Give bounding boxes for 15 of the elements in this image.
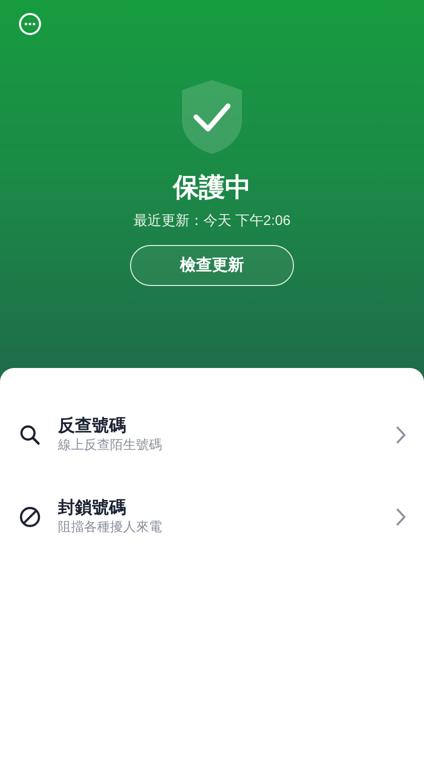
block-icon bbox=[18, 505, 42, 529]
feature-item[interactable]: 反查號碼 線上反查陌生號碼 bbox=[0, 394, 424, 476]
status-title: 保護中 bbox=[173, 172, 251, 204]
search-icon bbox=[18, 423, 42, 447]
feature-title: 封鎖號碼 bbox=[58, 498, 127, 519]
last-update-text: 最近更新：今天 下午2:06 bbox=[133, 211, 291, 230]
check-update-button[interactable]: 檢查更新 bbox=[130, 245, 294, 286]
chevron-right-icon bbox=[396, 426, 406, 444]
feature-title: 反查號碼 bbox=[58, 416, 127, 437]
feature-subtitle: 阻擋各種擾人來電 bbox=[58, 518, 163, 536]
more-options-button[interactable] bbox=[18, 12, 42, 36]
shield-check-icon bbox=[181, 80, 243, 154]
chevron-right-icon bbox=[396, 508, 406, 526]
feature-subtitle: 線上反查陌生號碼 bbox=[58, 436, 163, 454]
feature-item[interactable]: 封鎖號碼 阻擋各種擾人來電 bbox=[0, 476, 424, 558]
